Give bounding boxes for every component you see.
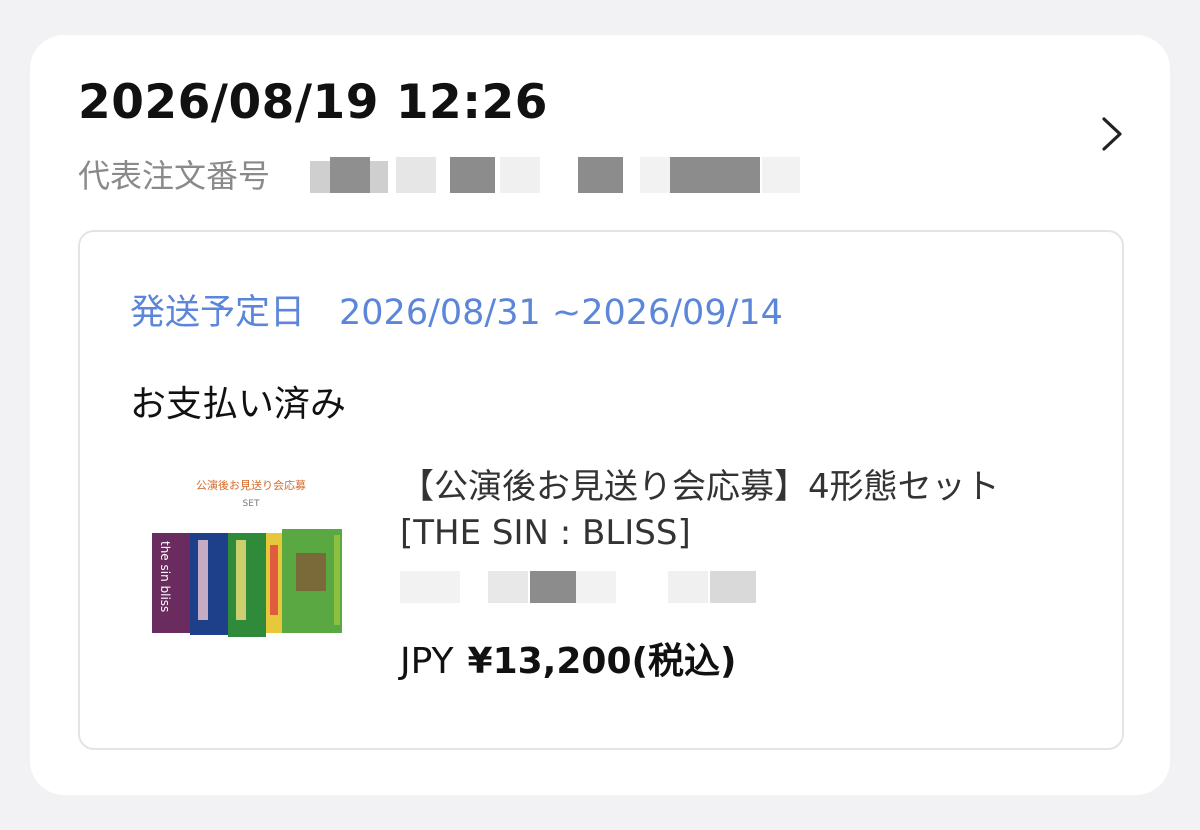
order-detail-box: 発送予定日 2026/08/31 ~2026/09/14 お支払い済み 公演後お見… xyxy=(78,230,1124,750)
shipping-label: 発送予定日 xyxy=(130,293,306,333)
shipping-schedule: 発送予定日 2026/08/31 ~2026/09/14 xyxy=(130,284,783,335)
order-number-row: 代表注文番号 xyxy=(78,147,838,197)
price-amount: ¥13,200(税込) xyxy=(467,641,737,682)
order-number-label: 代表注文番号 xyxy=(78,157,271,195)
product-name[interactable]: 【公演後お見送り会応募】4形態セット[THE SIN : BLISS] xyxy=(400,464,1080,556)
price-currency: JPY xyxy=(400,641,454,682)
thumbnail-subheading: SET xyxy=(243,499,260,509)
product-price: JPY ¥13,200(税込) xyxy=(400,632,736,684)
order-number-redaction xyxy=(310,157,800,193)
chevron-right-icon[interactable] xyxy=(1092,109,1132,159)
order-card[interactable]: 2026/08/19 12:26 代表注文番号 発送予定日 2026/08/31 … xyxy=(30,35,1170,795)
product-thumbnail[interactable]: 公演後お見送り会応募 SET the sin bliss xyxy=(146,475,356,645)
product-variant-redaction xyxy=(400,571,756,603)
order-datetime: 2026/08/19 12:26 xyxy=(78,75,548,130)
shipping-date-range: 2026/08/31 ~2026/09/14 xyxy=(339,293,783,333)
thumbnail-spine-text: the sin bliss xyxy=(158,541,172,612)
thumbnail-heading: 公演後お見送り会応募 xyxy=(196,478,306,492)
payment-status: お支払い済み xyxy=(130,384,347,425)
